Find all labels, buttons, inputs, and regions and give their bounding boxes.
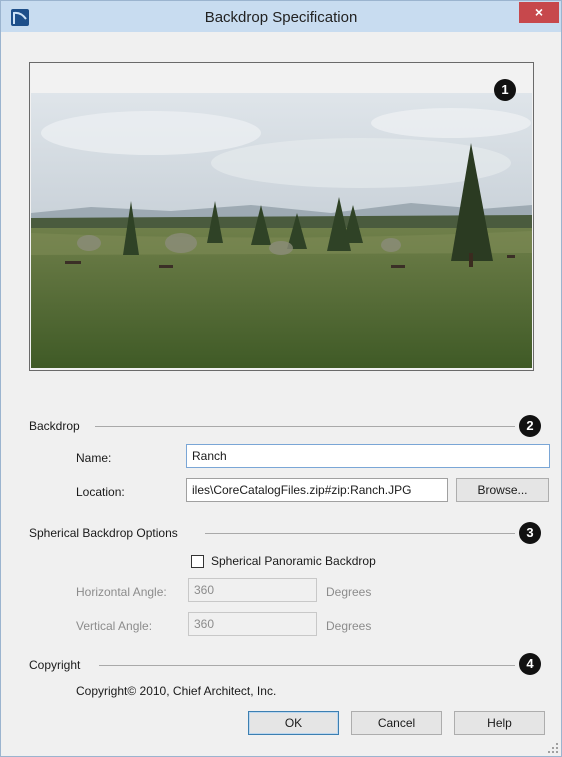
horizontal-angle-label: Horizontal Angle:	[76, 585, 167, 599]
vertical-angle-field[interactable]: 360	[188, 612, 317, 636]
callout-2-badge: 2	[519, 415, 541, 437]
spherical-group-label: Spherical Backdrop Options	[29, 526, 178, 540]
resize-grip-icon[interactable]	[547, 742, 559, 754]
name-field[interactable]: Ranch	[186, 444, 550, 468]
vertical-angle-label: Vertical Angle:	[76, 619, 153, 633]
backdrop-group-divider	[95, 426, 515, 427]
callout-1-badge: 1	[494, 79, 516, 101]
panorama-photo	[31, 93, 532, 368]
horizontal-angle-field[interactable]: 360	[188, 578, 317, 602]
cancel-button[interactable]: Cancel	[351, 711, 442, 735]
backdrop-preview	[29, 62, 534, 371]
title-bar: Backdrop Specification ×	[1, 1, 561, 32]
callout-3-badge: 3	[519, 522, 541, 544]
ok-button[interactable]: OK	[248, 711, 339, 735]
backdrop-specification-dialog: Backdrop Specification × 1 Backdrop 2 Na…	[0, 0, 562, 757]
name-label: Name:	[76, 451, 112, 465]
copyright-text: Copyright© 2010, Chief Architect, Inc.	[76, 684, 277, 698]
close-button[interactable]: ×	[519, 2, 559, 23]
copyright-group-label: Copyright	[29, 658, 81, 672]
location-label: Location:	[76, 485, 125, 499]
copyright-group-divider	[99, 665, 515, 666]
spherical-panoramic-label[interactable]: Spherical Panoramic Backdrop	[211, 554, 376, 568]
vertical-angle-unit: Degrees	[326, 619, 372, 633]
help-button[interactable]: Help	[454, 711, 545, 735]
horizontal-angle-unit: Degrees	[326, 585, 372, 599]
spherical-panoramic-checkbox[interactable]	[191, 555, 204, 568]
backdrop-group-label: Backdrop	[29, 419, 80, 433]
location-field[interactable]: iles\CoreCatalogFiles.zip#zip:Ranch.JPG	[186, 478, 448, 502]
dialog-title: Backdrop Specification	[204, 9, 358, 26]
spherical-group-divider	[205, 533, 515, 534]
callout-4-badge: 4	[519, 653, 541, 675]
browse-button[interactable]: Browse...	[456, 478, 549, 502]
